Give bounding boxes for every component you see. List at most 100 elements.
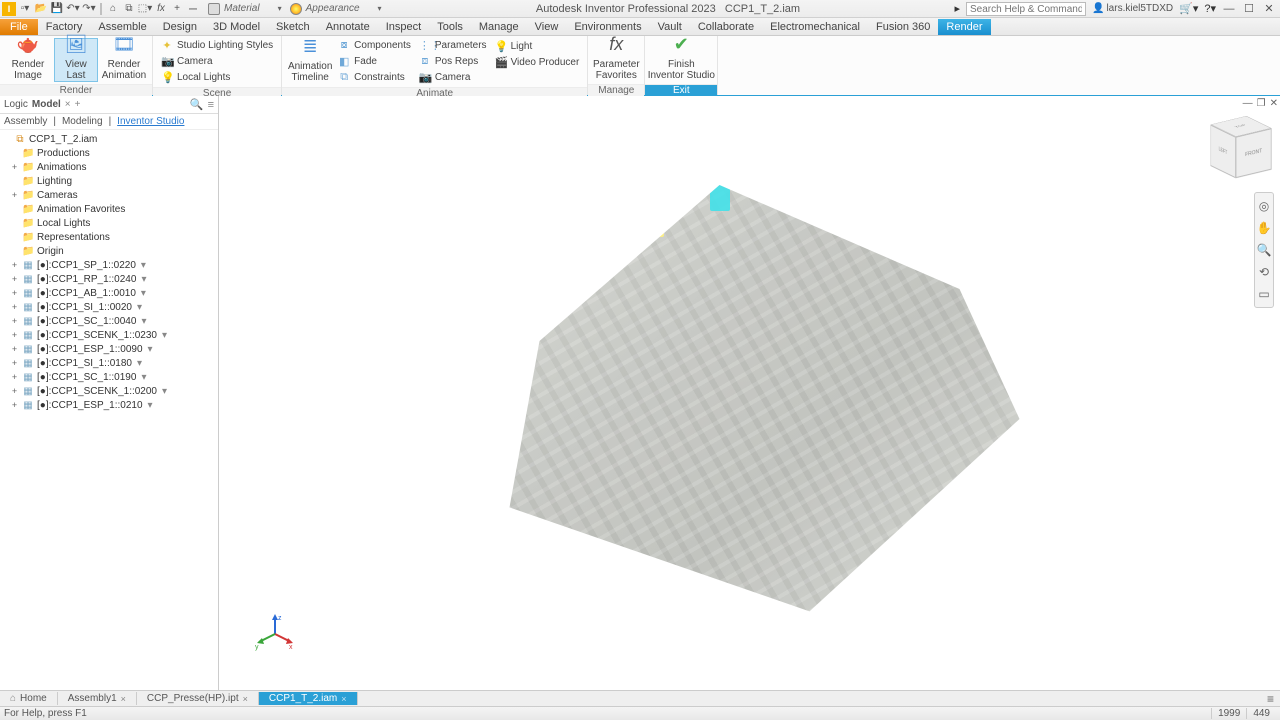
- fx-icon[interactable]: fx: [154, 2, 168, 16]
- tree-node[interactable]: +▦[●]:CCP1_AB_1::0010▾: [0, 286, 218, 300]
- parameter-favorites-button[interactable]: fxParameter Favorites: [594, 38, 638, 82]
- animate-light-button[interactable]: 💡Light: [493, 39, 582, 54]
- tab-annotate[interactable]: Annotate: [318, 19, 378, 35]
- material-selector[interactable]: Material ▾: [208, 3, 282, 15]
- close-button[interactable]: ✕: [1262, 2, 1276, 15]
- view-cube[interactable]: FRONT LEFT TOP: [1216, 122, 1266, 172]
- open-icon[interactable]: 📂: [34, 2, 48, 16]
- tree-node[interactable]: +▦[●]:CCP1_SC_1::0040▾: [0, 314, 218, 328]
- save-icon[interactable]: 💾: [50, 2, 64, 16]
- expand-icon[interactable]: +: [10, 260, 19, 270]
- maximize-button[interactable]: ☐: [1242, 2, 1256, 15]
- view-last-button[interactable]: 🖼View Last: [54, 38, 98, 82]
- tab-environments[interactable]: Environments: [566, 19, 649, 35]
- tab-manage[interactable]: Manage: [471, 19, 527, 35]
- steering-wheel-icon[interactable]: ◎: [1259, 199, 1269, 213]
- tab-electromechanical[interactable]: Electromechanical: [762, 19, 868, 35]
- expand-icon[interactable]: +: [10, 330, 19, 340]
- lookat-icon[interactable]: ▭: [1258, 287, 1269, 301]
- mode-assembly[interactable]: Assembly: [4, 116, 47, 127]
- home-icon[interactable]: ⌂: [106, 2, 120, 16]
- animate-camera-button[interactable]: 📷Camera: [417, 70, 489, 85]
- expand-icon[interactable]: +: [10, 288, 19, 298]
- tree-node[interactable]: +📁Cameras: [0, 188, 218, 202]
- tree-node[interactable]: +▦[●]:CCP1_ESP_1::0210▾: [0, 398, 218, 412]
- tree-node[interactable]: 📁Productions: [0, 146, 218, 160]
- animation-timeline-button[interactable]: ≣Animation Timeline: [288, 40, 332, 84]
- animate-fade-button[interactable]: ◧Fade: [336, 54, 413, 69]
- render-animation-button[interactable]: 🎞Render Animation: [102, 38, 146, 82]
- expand-icon[interactable]: +: [10, 162, 19, 172]
- render-image-button[interactable]: 🫖Render Image: [6, 38, 50, 82]
- graphics-canvas[interactable]: — ❐ ✕ FRONT LEFT TOP ◎ ✋ 🔍 ⟲ ▭: [219, 96, 1280, 690]
- tree-node[interactable]: +▦[●]:CCP1_SCENK_1::0230▾: [0, 328, 218, 342]
- expand-icon[interactable]: +: [10, 400, 19, 410]
- assembly-model[interactable]: [450, 133, 1050, 653]
- viewcube-front[interactable]: FRONT: [1236, 128, 1272, 178]
- tree-node[interactable]: 📁Representations: [0, 230, 218, 244]
- close-icon[interactable]: ×: [243, 694, 248, 704]
- mode-modeling[interactable]: Modeling: [62, 116, 103, 127]
- plus-icon[interactable]: +: [170, 2, 184, 16]
- zoom-icon[interactable]: 🔍: [1257, 243, 1272, 257]
- expand-icon[interactable]: +: [10, 274, 19, 284]
- tree-node[interactable]: ⧉CCP1_T_2.iam: [0, 132, 218, 146]
- expand-icon[interactable]: +: [10, 358, 19, 368]
- user-account[interactable]: 👤lars.kiel5TDXD: [1092, 3, 1173, 14]
- search-icon[interactable]: 🔍: [190, 98, 204, 111]
- tree-node[interactable]: +📁Animations: [0, 160, 218, 174]
- animate-constraints-button[interactable]: ⧉Constraints: [336, 70, 413, 85]
- pan-icon[interactable]: ✋: [1257, 221, 1272, 235]
- tab-collaborate[interactable]: Collaborate: [690, 19, 762, 35]
- tab-3d-model[interactable]: 3D Model: [205, 19, 268, 35]
- tree-node[interactable]: 📁Lighting: [0, 174, 218, 188]
- expand-icon[interactable]: +: [10, 344, 19, 354]
- expand-icon[interactable]: +: [10, 302, 19, 312]
- mode-inventor-studio[interactable]: Inventor Studio: [117, 116, 184, 127]
- local-lights-button[interactable]: 💡Local Lights: [159, 70, 275, 85]
- tab-assemble[interactable]: Assemble: [90, 19, 154, 35]
- highlighted-component[interactable]: [710, 171, 730, 211]
- list-options-icon[interactable]: ≡: [208, 99, 214, 111]
- tab-render[interactable]: Render: [938, 19, 990, 35]
- doc-tab[interactable]: CCP_Presse(HP).ipt×: [137, 692, 259, 705]
- tree-node[interactable]: 📁Origin: [0, 244, 218, 258]
- tab-tools[interactable]: Tools: [429, 19, 471, 35]
- select-icon[interactable]: ⬚▾: [138, 2, 152, 16]
- close-icon[interactable]: ×: [121, 694, 126, 704]
- expand-icon[interactable]: +: [10, 372, 19, 382]
- tree-node[interactable]: +▦[●]:CCP1_SI_1::0020▾: [0, 300, 218, 314]
- tab-view[interactable]: View: [527, 19, 567, 35]
- undo-icon[interactable]: ↶▾: [66, 2, 80, 16]
- app-icon[interactable]: I: [2, 2, 16, 16]
- tab-fusion-360[interactable]: Fusion 360: [868, 19, 938, 35]
- browser-tab-logic[interactable]: Logic: [4, 99, 28, 110]
- animate-parameters-button[interactable]: ⋮⋮Parameters: [417, 38, 489, 53]
- add-tab-icon[interactable]: +: [75, 99, 81, 110]
- redo-icon[interactable]: ↷▾: [82, 2, 96, 16]
- tab-sketch[interactable]: Sketch: [268, 19, 318, 35]
- tree-node[interactable]: +▦[●]:CCP1_SCENK_1::0200▾: [0, 384, 218, 398]
- scene-camera-button[interactable]: 📷Camera: [159, 54, 275, 69]
- team-icon[interactable]: ⧉: [122, 2, 136, 16]
- doc-tab[interactable]: Assembly1×: [58, 692, 137, 705]
- studio-lighting-button[interactable]: ✦Studio Lighting Styles: [159, 38, 275, 53]
- animate-posreps-button[interactable]: ⧈Pos Reps: [417, 54, 489, 69]
- appearance-selector[interactable]: Appearance ▾: [290, 3, 382, 15]
- tree-node[interactable]: +▦[●]:CCP1_SI_1::0180▾: [0, 356, 218, 370]
- browser-tab-model[interactable]: Model: [32, 99, 61, 110]
- search-input[interactable]: [966, 2, 1086, 16]
- new-icon[interactable]: ▫▾: [18, 2, 32, 16]
- finish-studio-button[interactable]: ✔Finish Inventor Studio: [651, 38, 711, 82]
- tree-node[interactable]: 📁Animation Favorites: [0, 202, 218, 216]
- tree-node[interactable]: +▦[●]:CCP1_ESP_1::0090▾: [0, 342, 218, 356]
- tab-design[interactable]: Design: [155, 19, 205, 35]
- tab-inspect[interactable]: Inspect: [378, 19, 429, 35]
- doc-tab[interactable]: CCP1_T_2.iam×: [259, 692, 358, 705]
- tab-vault[interactable]: Vault: [650, 19, 690, 35]
- minus-icon[interactable]: ー: [186, 2, 200, 16]
- help-icon[interactable]: ?▾: [1204, 2, 1216, 15]
- browser-tree[interactable]: ⧉CCP1_T_2.iam📁Productions+📁Animations📁Li…: [0, 130, 218, 690]
- cart-icon[interactable]: 🛒▾: [1179, 2, 1198, 15]
- tab-menu-icon[interactable]: ≡: [1261, 692, 1280, 706]
